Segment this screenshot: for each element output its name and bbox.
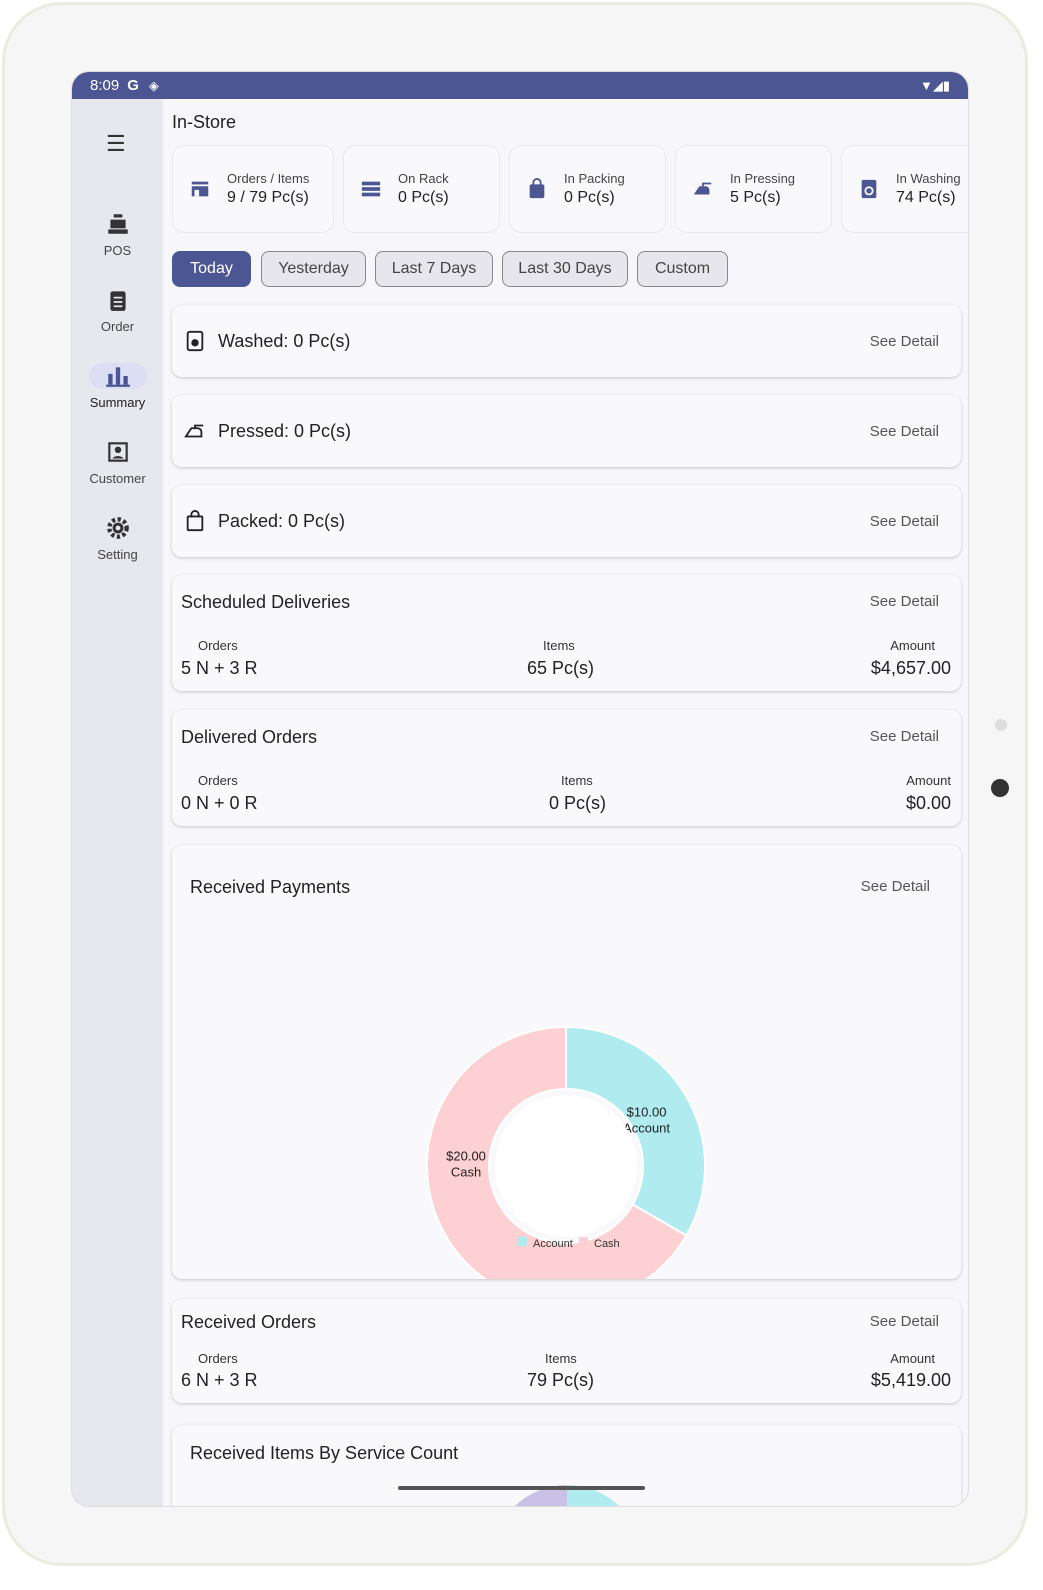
- payments-donut-chart: $10.00Account$20.00CashAccount Cash: [426, 1025, 706, 1279]
- device-camera: [991, 779, 1009, 797]
- shopping-bag-icon: [186, 510, 204, 532]
- cash-register-icon: [107, 214, 128, 234]
- stat-orders-items[interactable]: Orders / Items 9 / 79 Pc(s): [172, 145, 334, 233]
- sidebar-item-summary[interactable]: Summary: [72, 363, 163, 410]
- device-sensor: [995, 719, 1007, 731]
- stat-in-pressing[interactable]: In Pressing 5 Pc(s): [675, 145, 832, 233]
- see-detail-link[interactable]: See Detail: [870, 1313, 939, 1330]
- packed-card: Packed: 0 Pc(s) See Detail: [172, 485, 961, 557]
- status-bar: 8:09 G ◈ ▼◢▮: [72, 72, 968, 99]
- received-items-by-service-card: Received Items By Service Count: [172, 1425, 961, 1506]
- bar-chart-icon: [88, 363, 147, 389]
- washed-card: Washed: 0 Pc(s) See Detail: [172, 305, 961, 377]
- page-title: In-Store: [172, 112, 237, 132]
- legend-swatch-cash: [579, 1237, 588, 1246]
- slice-value-label: $20.00: [446, 1148, 486, 1163]
- menu-icon[interactable]: ☰: [106, 131, 126, 157]
- scheduled-deliveries-card: Scheduled Deliveries See Detail Orders 5…: [172, 575, 961, 691]
- sidebar-item-customer[interactable]: Customer: [72, 439, 163, 486]
- rack-icon: [361, 181, 381, 197]
- sidebar-item-order[interactable]: Order: [72, 287, 163, 334]
- see-detail-link[interactable]: See Detail: [870, 423, 939, 440]
- screen: 8:09 G ◈ ▼◢▮ ☰ POS Order Summary Custome…: [71, 71, 969, 1507]
- washing-machine-icon: [186, 330, 204, 352]
- gear-icon: [106, 517, 129, 539]
- donut-hole: [495, 1095, 637, 1237]
- delivered-orders-card: Delivered Orders See Detail Orders 0 N +…: [172, 710, 961, 826]
- filter-yesterday[interactable]: Yesterday: [261, 251, 366, 287]
- legend-swatch-account: [518, 1237, 527, 1246]
- iron-icon: [184, 424, 204, 438]
- received-payments-card: Received Payments See Detail $10.00 Accou…: [172, 845, 961, 1279]
- stat-on-rack[interactable]: On Rack 0 Pc(s): [343, 145, 500, 233]
- sidebar: ☰ POS Order Summary Customer Setting: [72, 99, 163, 1506]
- slice-value-label: $10.00: [627, 1105, 667, 1120]
- see-detail-link[interactable]: See Detail: [870, 593, 939, 610]
- stat-in-packing[interactable]: In Packing 0 Pc(s): [509, 145, 666, 233]
- legend-label-account: Account: [533, 1238, 573, 1250]
- filter-today[interactable]: Today: [172, 251, 251, 287]
- device-frame: 8:09 G ◈ ▼◢▮ ☰ POS Order Summary Custome…: [2, 2, 1028, 1566]
- google-icon: G: [127, 77, 139, 94]
- store-icon: [191, 181, 209, 197]
- home-gesture-bar[interactable]: [398, 1486, 645, 1490]
- filter-last-7-days[interactable]: Last 7 Days: [375, 251, 493, 287]
- see-detail-link[interactable]: See Detail: [870, 728, 939, 745]
- slice-name-label: Account: [623, 1121, 670, 1136]
- slice-name-label: Cash: [451, 1164, 481, 1179]
- clipboard-icon: [109, 291, 126, 311]
- see-detail-link[interactable]: See Detail: [870, 513, 939, 530]
- status-time: 8:09: [90, 77, 120, 94]
- sidebar-item-setting[interactable]: Setting: [72, 515, 163, 562]
- customer-icon: [107, 442, 128, 462]
- pressed-card: Pressed: 0 Pc(s) See Detail: [172, 395, 961, 467]
- iron-icon: [693, 182, 712, 195]
- filter-custom[interactable]: Custom: [637, 251, 728, 287]
- washing-machine-icon: [861, 179, 877, 199]
- see-detail-link[interactable]: See Detail: [870, 333, 939, 350]
- sidebar-item-pos[interactable]: POS: [72, 211, 163, 258]
- received-orders-card: Received Orders See Detail Orders 6 N + …: [172, 1299, 961, 1403]
- main-content: In-Store Orders / Items 9 / 79 Pc(s) On R…: [163, 99, 968, 1506]
- app-notification-icon: ◈: [148, 77, 159, 93]
- filter-last-30-days[interactable]: Last 30 Days: [502, 251, 628, 287]
- stat-in-washing[interactable]: In Washing 74 Pc(s): [841, 145, 968, 233]
- wifi-signal-battery-icon: ▼◢▮: [919, 77, 950, 93]
- shopping-bag-icon: [529, 178, 545, 199]
- legend-label-cash: Cash: [594, 1238, 620, 1250]
